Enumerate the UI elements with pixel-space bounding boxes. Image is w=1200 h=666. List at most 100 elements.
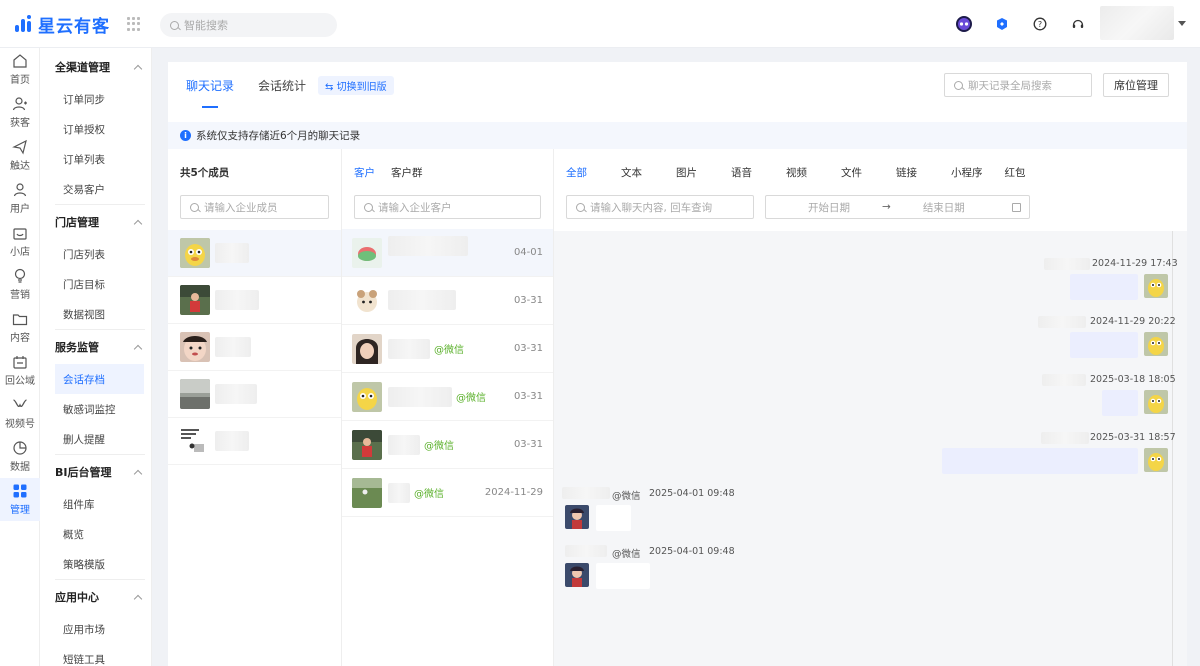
shield-badge-icon[interactable] [992,14,1012,34]
rail-item-users[interactable]: 用户 [0,177,40,220]
member-row[interactable] [168,277,341,324]
customer-row[interactable]: @微信 03-31 [342,373,553,421]
rail-item-video-channel[interactable]: 视频号 [0,392,40,435]
search-icon [190,202,199,212]
customers-column: 客户 客户群 请输入企业客户 04-01 03-31 @微信 03-31 @微信 [342,149,554,666]
menu-group-bi[interactable]: BI后台管理 [40,455,151,489]
menu-item-store-list[interactable]: 门店列表 [55,239,145,269]
member-search-input[interactable]: 请输入企业成员 [180,195,329,219]
logo[interactable]: 星云有客 [12,12,110,37]
member-name [215,337,251,357]
menu-item-session-archive[interactable]: 会话存档 [55,364,144,394]
menu-item-order-sync[interactable]: 订单同步 [55,84,145,114]
avatar [180,379,210,409]
menu-group-service[interactable]: 服务监管 [40,330,151,364]
avatar [352,333,382,364]
customer-row[interactable]: 04-01 [342,229,553,277]
tab-chat-records[interactable]: 聊天记录 [186,62,234,108]
filter-file[interactable]: 文件 [841,165,862,180]
menu-item-store-target[interactable]: 门店目标 [55,269,145,299]
rail-item-public-domain[interactable]: 回公域 [0,349,40,392]
menu-item-app-market[interactable]: 应用市场 [55,614,145,644]
customer-row[interactable]: @微信 2024-11-29 [342,469,553,517]
chat-content-search-input[interactable]: 请输入聊天内容, 回车查询 [566,195,754,219]
customer-last-date: 03-31 [513,343,543,354]
filter-video[interactable]: 视频 [786,165,807,180]
menu-item-delete-alert[interactable]: 删人提醒 [55,424,145,454]
date-range-picker[interactable]: 开始日期 → 结束日期 [765,195,1030,219]
menu-group-store[interactable]: 门店管理 [40,205,151,239]
chat-global-search-input[interactable]: 聊天记录全局搜索 [944,73,1092,97]
logo-icon [12,13,34,35]
message-time: 2025-03-31 18:57 [1090,432,1176,443]
filter-image[interactable]: 图片 [676,165,697,180]
customer-search-input[interactable]: 请输入企业客户 [354,195,541,219]
customer-name [388,434,420,455]
message-time: 2025-04-01 09:48 [649,546,735,557]
chevron-up-icon [133,64,143,73]
tab-customer-groups[interactable]: 客户群 [391,165,423,180]
help-icon[interactable]: ? [1030,14,1050,34]
menu-group-omnichannel[interactable]: 全渠道管理 [40,50,151,84]
apps-grid-icon[interactable] [127,17,141,31]
seat-management-button[interactable]: 席位管理 [1103,73,1169,97]
filter-all[interactable]: 全部 [566,165,587,180]
switch-old-version-button[interactable]: ⇆ 切换到旧版 [318,75,394,95]
customer-row[interactable]: 03-31 [342,277,553,325]
shop-icon [13,228,27,240]
member-row[interactable] [168,418,341,465]
rail-item-marketing[interactable]: 营销 [0,263,40,306]
rail-item-reach[interactable]: 触达 [0,134,40,177]
wechat-tag: @微信 [414,489,444,500]
customer-last-date: 03-31 [513,391,543,402]
filter-red-packet[interactable]: 红包 [1005,165,1026,180]
rail-item-content[interactable]: 内容 [0,306,40,349]
rail-item-data[interactable]: 数据 [0,435,40,478]
chevron-down-icon[interactable] [1178,21,1186,26]
filter-text[interactable]: 文本 [621,165,642,180]
member-name [215,431,249,451]
message-bubble [596,563,650,589]
menu-group-app-center[interactable]: 应用中心 [40,580,151,614]
menu-item-order-auth[interactable]: 订单授权 [55,114,145,144]
wechat-tag: @微信 [612,549,641,560]
start-date[interactable]: 开始日期 [808,200,850,215]
tab-customers[interactable]: 客户 [354,165,375,180]
robot-assistant-icon[interactable] [954,14,974,34]
rail-item-acquire[interactable]: 获客 [0,91,40,134]
menu-item-sensitive-words[interactable]: 敏感词监控 [55,394,145,424]
member-row[interactable] [168,371,341,418]
customer-row[interactable]: @微信 03-31 [342,325,553,373]
filter-mini-program[interactable]: 小程序 [951,165,983,180]
end-date[interactable]: 结束日期 [923,200,965,215]
customer-name [388,235,468,256]
avatar [352,477,382,508]
search-icon [364,202,373,212]
rail-item-manage[interactable]: 管理 [0,478,40,521]
calendar-icon [1012,203,1021,212]
menu-item-strategy-template[interactable]: 策略模版 [55,549,145,579]
user-avatar[interactable] [1100,6,1174,40]
customer-row[interactable]: @微信 03-31 [342,421,553,469]
search-icon [954,80,963,90]
filter-voice[interactable]: 语音 [731,165,752,180]
menu-item-trade-customers[interactable]: 交易客户 [55,174,145,204]
member-row[interactable] [168,230,341,277]
avatar [352,237,382,268]
menu-item-overview[interactable]: 概览 [55,519,145,549]
message-time: 2025-04-01 09:48 [649,488,735,499]
menu-item-shortlink-tool[interactable]: 短链工具 [55,644,145,666]
scrollbar[interactable] [1172,231,1173,666]
member-row[interactable] [168,324,341,371]
tab-session-stats[interactable]: 会话统计 [258,62,306,108]
customer-service-icon[interactable] [1068,14,1088,34]
menu-item-component-library[interactable]: 组件库 [55,489,145,519]
avatar [565,563,589,587]
global-smart-search[interactable]: 智能搜索 [160,13,337,37]
rail-item-home[interactable]: 首页 [0,48,40,91]
menu-item-data-view[interactable]: 数据视图 [55,299,145,329]
filter-link[interactable]: 链接 [896,165,917,180]
sender-name [1044,258,1090,270]
menu-item-order-list[interactable]: 订单列表 [55,144,145,174]
rail-item-shop[interactable]: 小店 [0,220,40,263]
